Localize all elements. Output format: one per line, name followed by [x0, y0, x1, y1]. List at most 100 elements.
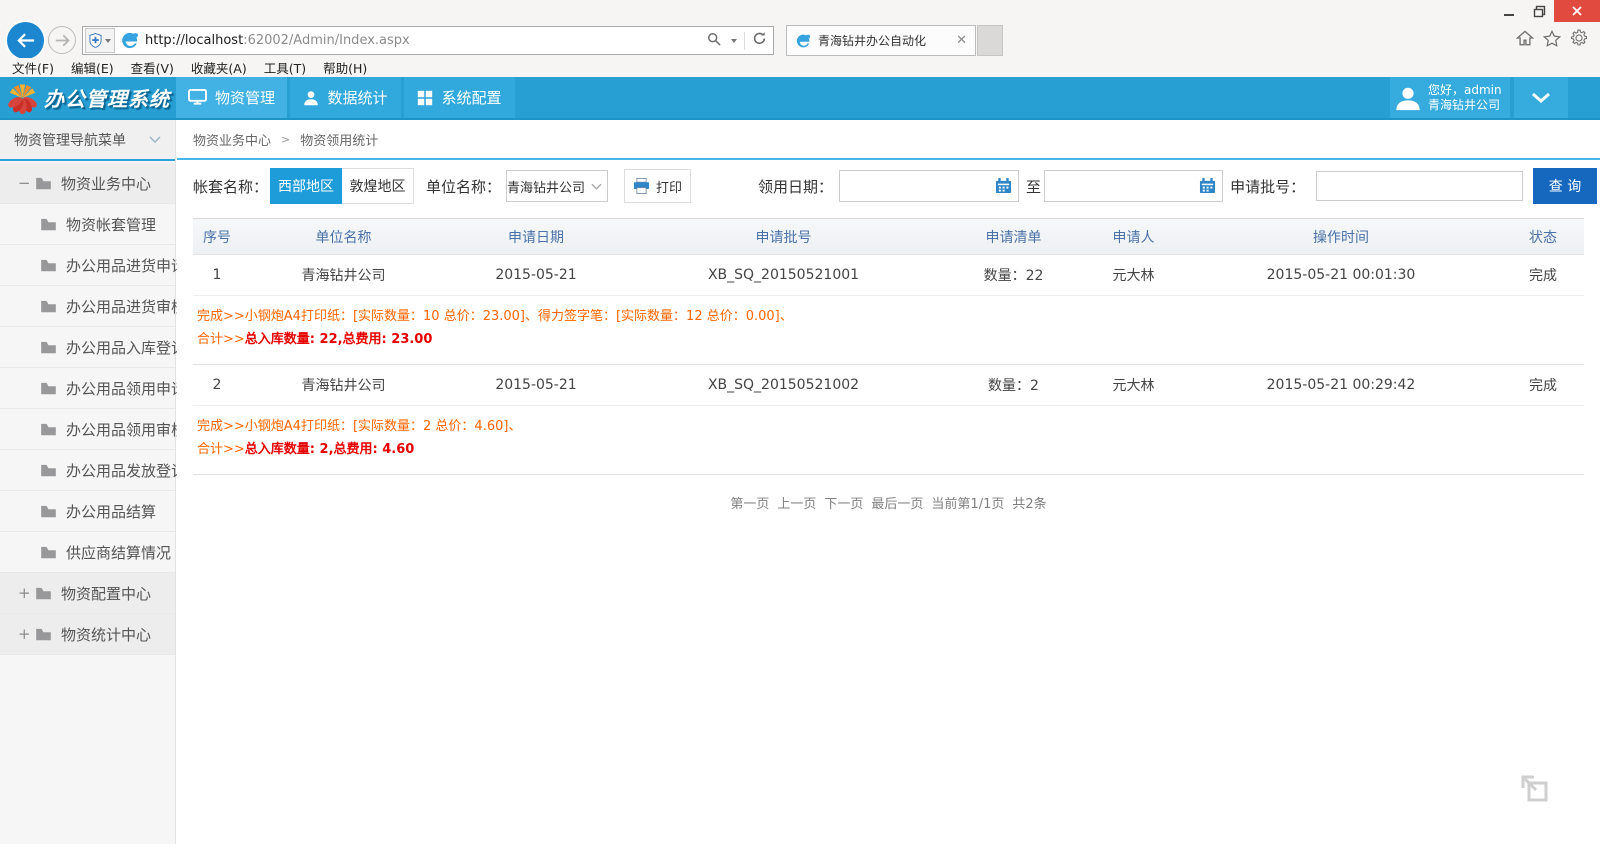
search-button[interactable]: 查 询: [1533, 168, 1597, 204]
sidebar-item[interactable]: −物资业务中心: [0, 163, 175, 204]
browser-toolbar: http://localhost:62002/Admin/Index.aspx …: [0, 24, 1600, 58]
detail-total-value: 总入库数量: 2,总费用: 4.60: [245, 442, 415, 457]
window-minimize-button[interactable]: [1494, 0, 1524, 22]
browser-tab[interactable]: 青海钻井办公自动化 ✕: [786, 25, 976, 56]
sidebar-item[interactable]: 办公用品结算: [0, 491, 175, 532]
sidebar-item[interactable]: 办公用品入库登记: [0, 327, 175, 368]
sidebar-item-label: 办公用品进货审核: [66, 296, 186, 317]
ie-icon: [795, 33, 811, 49]
table-cell: 元大林: [1086, 255, 1181, 295]
plus-expander-icon[interactable]: +: [18, 627, 35, 642]
restore-icon: [1533, 5, 1546, 18]
pagination-total: 共2条: [1012, 497, 1046, 512]
date-from-field[interactable]: [844, 178, 995, 195]
home-icon: [1516, 30, 1534, 46]
table-row[interactable]: 2青海钻井公司2015-05-21XB_SQ_20150521002数量：2元大…: [193, 365, 1584, 406]
sidebar-menu: −物资业务中心物资帐套管理办公用品进货申请办公用品进货审核办公用品入库登记办公用…: [0, 163, 175, 655]
calendar-icon[interactable]: [1199, 178, 1216, 194]
address-bar[interactable]: http://localhost:62002/Admin/Index.aspx: [82, 26, 774, 55]
breadcrumb-item[interactable]: 物资业务中心: [193, 130, 271, 149]
account-option-button[interactable]: 敦煌地区: [342, 168, 414, 204]
window-close-button[interactable]: [1554, 0, 1600, 22]
batch-input[interactable]: [1316, 171, 1523, 201]
folder-icon: [35, 628, 52, 641]
table-cell: 2015-05-21: [446, 255, 626, 295]
user-icon: [303, 90, 319, 106]
column-header: 状态: [1501, 219, 1585, 254]
sidebar-item[interactable]: +物资统计中心: [0, 614, 175, 655]
folder-icon: [40, 423, 57, 436]
sidebar-item[interactable]: 办公用品发放登记: [0, 450, 175, 491]
favorites-button[interactable]: [1543, 30, 1561, 47]
pagination-link[interactable]: 上一页: [777, 497, 816, 512]
sidebar-item[interactable]: 办公用品进货申请: [0, 245, 175, 286]
refresh-button[interactable]: [752, 31, 767, 50]
folder-icon: [40, 259, 57, 272]
menu-item[interactable]: 文件(F): [12, 58, 54, 77]
resize-corner-icon[interactable]: [1520, 775, 1550, 804]
menu-item[interactable]: 帮助(H): [323, 58, 367, 77]
sidebar-item-label: 办公用品结算: [66, 501, 156, 522]
breadcrumb-separator: >: [281, 133, 290, 146]
table-cell: 青海钻井公司: [241, 365, 446, 405]
plus-expander-icon[interactable]: +: [18, 586, 35, 601]
sidebar-item[interactable]: 办公用品进货审核: [0, 286, 175, 327]
column-header: 序号: [193, 219, 241, 254]
window-restore-button[interactable]: [1524, 0, 1554, 22]
sidebar-item[interactable]: 供应商结算情况: [0, 532, 175, 573]
sidebar-header[interactable]: 物资管理导航菜单: [0, 120, 175, 161]
menu-item[interactable]: 收藏夹(A): [191, 58, 247, 77]
site-zone-button[interactable]: [85, 28, 115, 53]
tab-close-button[interactable]: ✕: [956, 34, 967, 47]
sidebar-item[interactable]: 办公用品领用申请: [0, 368, 175, 409]
sidebar-item[interactable]: 物资帐套管理: [0, 204, 175, 245]
filter-bar: 帐套名称： 西部地区敦煌地区 单位名称： 青海钻井公司 打印 领用日期： 至: [177, 160, 1600, 212]
folder-icon: [40, 546, 57, 559]
content: 物资业务中心>物资领用统计 帐套名称： 西部地区敦煌地区 单位名称： 青海钻井公…: [177, 120, 1600, 844]
sidebar-item-label: 办公用品进货申请: [66, 255, 186, 276]
topnav-item-system[interactable]: 系统配置: [404, 77, 515, 118]
chevron-down-icon: [1531, 92, 1551, 103]
topnav-item-materials[interactable]: 物资管理: [176, 77, 287, 118]
search-button[interactable]: [707, 31, 721, 50]
table-cell: 1: [193, 255, 241, 295]
minus-expander-icon[interactable]: −: [18, 176, 35, 191]
menu-item[interactable]: 工具(T): [264, 58, 306, 77]
user-info[interactable]: 您好，admin 青海钻井公司: [1390, 77, 1510, 118]
browser-forward-button[interactable]: [48, 26, 76, 54]
date-to-label: 至: [1026, 176, 1041, 197]
print-button[interactable]: 打印: [624, 169, 691, 203]
table-row[interactable]: 1青海钻井公司2015-05-21XB_SQ_20150521001数量：22元…: [193, 255, 1584, 296]
home-button[interactable]: [1516, 30, 1534, 46]
table-cell: 元大林: [1086, 365, 1181, 405]
account-option-button[interactable]: 西部地区: [270, 168, 342, 204]
unit-select[interactable]: 青海钻井公司: [506, 170, 608, 202]
new-tab-button[interactable]: [977, 25, 1003, 56]
sidebar-item[interactable]: 办公用品领用审核: [0, 409, 175, 450]
topnav-item-label: 数据统计: [327, 87, 387, 108]
date-from-input[interactable]: [839, 170, 1019, 202]
divider: [744, 32, 745, 50]
user-company: 青海钻井公司: [1428, 98, 1502, 113]
pagination-link[interactable]: 下一页: [824, 497, 863, 512]
date-to-input[interactable]: [1044, 170, 1223, 202]
user-menu-button[interactable]: [1514, 77, 1568, 118]
browser-back-button[interactable]: [7, 22, 44, 59]
settings-button[interactable]: [1570, 29, 1588, 47]
column-header: 操作时间: [1181, 219, 1501, 254]
date-to-field[interactable]: [1049, 178, 1199, 195]
sidebar-item[interactable]: +物资配置中心: [0, 573, 175, 614]
topnav-item-statistics[interactable]: 数据统计: [290, 77, 401, 118]
menu-item[interactable]: 查看(V): [131, 58, 174, 77]
sidebar-item-label: 物资帐套管理: [66, 214, 156, 235]
pagination-link[interactable]: 第一页: [730, 497, 769, 512]
print-label: 打印: [656, 177, 682, 196]
calendar-icon[interactable]: [995, 178, 1012, 194]
table-body: 1青海钻井公司2015-05-21XB_SQ_20150521001数量：22元…: [193, 255, 1584, 475]
pagination-link[interactable]: 最后一页: [871, 497, 923, 512]
data-table: 序号单位名称申请日期申请批号申请清单申请人操作时间状态 1青海钻井公司2015-…: [193, 218, 1584, 475]
search-caret-icon[interactable]: [731, 39, 737, 43]
menu-item[interactable]: 编辑(E): [71, 58, 114, 77]
app-header: 办公管理系统 物资管理数据统计系统配置 您好，admin 青海钻井公司: [0, 77, 1600, 120]
table-cell: 完成: [1501, 255, 1585, 295]
